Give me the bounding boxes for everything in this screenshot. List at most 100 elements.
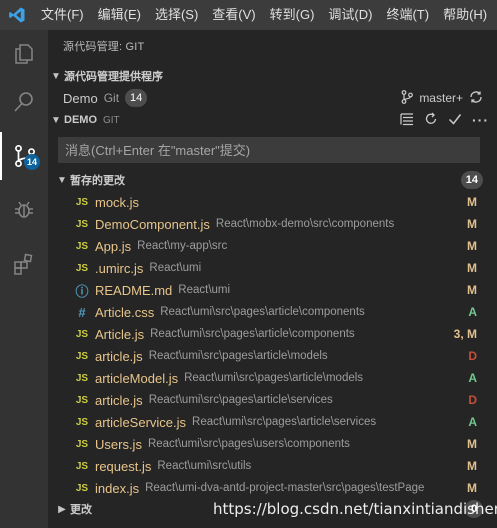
- staged-header-label: 暂存的更改: [70, 175, 125, 187]
- file-name: App.js: [95, 238, 132, 254]
- extensions-icon[interactable]: [0, 240, 48, 288]
- repo-section-header[interactable]: ▼ DEMO GIT ···: [48, 109, 497, 131]
- staged-file-list: JS mock.js M JS DemoComponent.js React\mobx-d…: [48, 191, 497, 499]
- js-file-icon: JS: [75, 218, 89, 230]
- menu-file[interactable]: 文件(F): [34, 0, 91, 30]
- menu-go[interactable]: 转到(G): [263, 0, 322, 30]
- menu-terminal[interactable]: 终端(T): [379, 0, 436, 30]
- js-file-icon: JS: [75, 416, 89, 428]
- js-file-icon: JS: [75, 372, 89, 384]
- debug-icon[interactable]: [0, 186, 48, 234]
- view-as-tree-icon[interactable]: [400, 112, 414, 129]
- menu-selection[interactable]: 选择(S): [148, 0, 205, 30]
- file-name: mock.js: [95, 194, 140, 210]
- file-status: M: [467, 195, 477, 209]
- chevron-right-icon: ▶: [58, 503, 66, 515]
- staged-changes-header[interactable]: ▼ 暂存的更改 14: [48, 169, 497, 191]
- providers-header-label: 源代码管理提供程序: [64, 71, 163, 83]
- sidebar-title: 源代码管理: GIT: [63, 41, 145, 53]
- file-status: M: [467, 481, 477, 495]
- css-file-icon: #: [78, 304, 86, 320]
- file-row[interactable]: JS article.js React\umi\src\pages\article\…: [48, 389, 497, 411]
- file-row[interactable]: JS .umirc.js React\umi M: [48, 257, 497, 279]
- file-path: React\mobx-demo\src\components: [215, 218, 395, 230]
- file-path: React\my-app\src: [137, 240, 228, 252]
- file-row[interactable]: JS articleService.js React\umi\src\pages\a…: [48, 411, 497, 433]
- js-file-icon: JS: [75, 482, 89, 494]
- file-row[interactable]: ⓘ README.md React\umi M: [48, 279, 497, 301]
- js-file-icon: JS: [75, 438, 89, 450]
- file-row[interactable]: JS articleModel.js React\umi\src\pages\art…: [48, 367, 497, 389]
- file-status: M: [467, 437, 477, 451]
- js-file-icon: JS: [75, 460, 89, 472]
- file-status: 3, M: [453, 327, 477, 341]
- file-row[interactable]: JS App.js React\my-app\src M: [48, 235, 497, 257]
- file-status: M: [467, 261, 477, 275]
- file-path: React\umi\src\pages\article\services: [148, 394, 333, 406]
- file-status: A: [468, 415, 477, 429]
- commit-message-input[interactable]: [58, 137, 480, 163]
- sync-icon[interactable]: [469, 90, 483, 107]
- file-path: React\umi\src\utils: [157, 460, 252, 472]
- file-name: article.js: [95, 348, 143, 364]
- file-name: index.js: [95, 480, 140, 496]
- provider-name: Demo: [63, 90, 98, 106]
- chevron-down-icon: ▼: [51, 70, 61, 82]
- file-path: React\umi: [178, 284, 231, 296]
- changes-header-label: 更改: [70, 504, 92, 516]
- menu-help[interactable]: 帮助(H): [436, 0, 494, 30]
- file-row[interactable]: # Article.css React\umi\src\pages\article\…: [48, 301, 497, 323]
- file-name: Article.css: [95, 304, 155, 320]
- file-row[interactable]: JS index.js React\umi-dva-antd-project-mas…: [48, 477, 497, 499]
- staged-count-badge: 14: [460, 171, 483, 189]
- js-file-icon: JS: [75, 262, 89, 274]
- file-name: .umirc.js: [95, 260, 144, 276]
- search-icon[interactable]: [0, 78, 48, 126]
- menu-edit[interactable]: 编辑(E): [91, 0, 148, 30]
- js-file-icon: JS: [75, 240, 89, 252]
- file-status: D: [468, 349, 477, 363]
- file-row[interactable]: JS DemoComponent.js React\mobx-demo\src\co…: [48, 213, 497, 235]
- file-row[interactable]: JS request.js React\umi\src\utils M: [48, 455, 497, 477]
- providers-section-header[interactable]: ▼ 源代码管理提供程序: [48, 65, 497, 87]
- commit-check-icon[interactable]: [448, 112, 462, 129]
- file-name: Article.js: [95, 326, 145, 342]
- refresh-icon[interactable]: [424, 112, 438, 129]
- repo-header-sub: GIT: [103, 114, 120, 126]
- file-status: M: [467, 459, 477, 473]
- menu-debug[interactable]: 调试(D): [321, 0, 379, 30]
- file-status: M: [467, 283, 477, 297]
- more-actions-icon[interactable]: ···: [472, 112, 489, 128]
- file-path: React\umi\src\pages\article\models: [148, 350, 328, 362]
- file-path: React\umi: [149, 262, 202, 274]
- info-file-icon: ⓘ: [75, 283, 89, 299]
- file-name: articleModel.js: [95, 370, 179, 386]
- scm-badge: 14: [23, 154, 40, 170]
- menu-view[interactable]: 查看(V): [205, 0, 262, 30]
- branch-icon: [401, 89, 414, 107]
- file-name: DemoComponent.js: [95, 216, 210, 232]
- file-status: A: [468, 371, 477, 385]
- scm-sidebar: 源代码管理: GIT ▼ 源代码管理提供程序 Demo Git 14 maste…: [48, 30, 497, 528]
- file-name: articleService.js: [95, 414, 187, 430]
- branch-label[interactable]: master+: [419, 91, 463, 105]
- file-row[interactable]: JS article.js React\umi\src\pages\article\…: [48, 345, 497, 367]
- file-row[interactable]: JS mock.js M: [48, 191, 497, 213]
- source-control-icon[interactable]: 14: [0, 132, 48, 180]
- file-status: D: [468, 393, 477, 407]
- provider-row-demo[interactable]: Demo Git 14 master+: [48, 87, 497, 109]
- file-name: Users.js: [95, 436, 142, 452]
- file-row[interactable]: JS Users.js React\umi\src\pages\users\comp…: [48, 433, 497, 455]
- chevron-down-icon: ▼: [57, 174, 67, 186]
- explorer-icon[interactable]: [0, 30, 48, 78]
- js-file-icon: JS: [75, 350, 89, 362]
- file-status: M: [467, 239, 477, 253]
- watermark: https://blog.csdn.net/tianxintiandisheng: [213, 500, 497, 518]
- file-row[interactable]: JS Article.js React\umi\src\pages\article\…: [48, 323, 497, 345]
- file-status: M: [467, 217, 477, 231]
- js-file-icon: JS: [75, 328, 89, 340]
- js-file-icon: JS: [75, 394, 89, 406]
- provider-count-badge: 14: [125, 89, 148, 107]
- file-name: article.js: [95, 392, 143, 408]
- repo-header-label: DEMO: [64, 114, 97, 126]
